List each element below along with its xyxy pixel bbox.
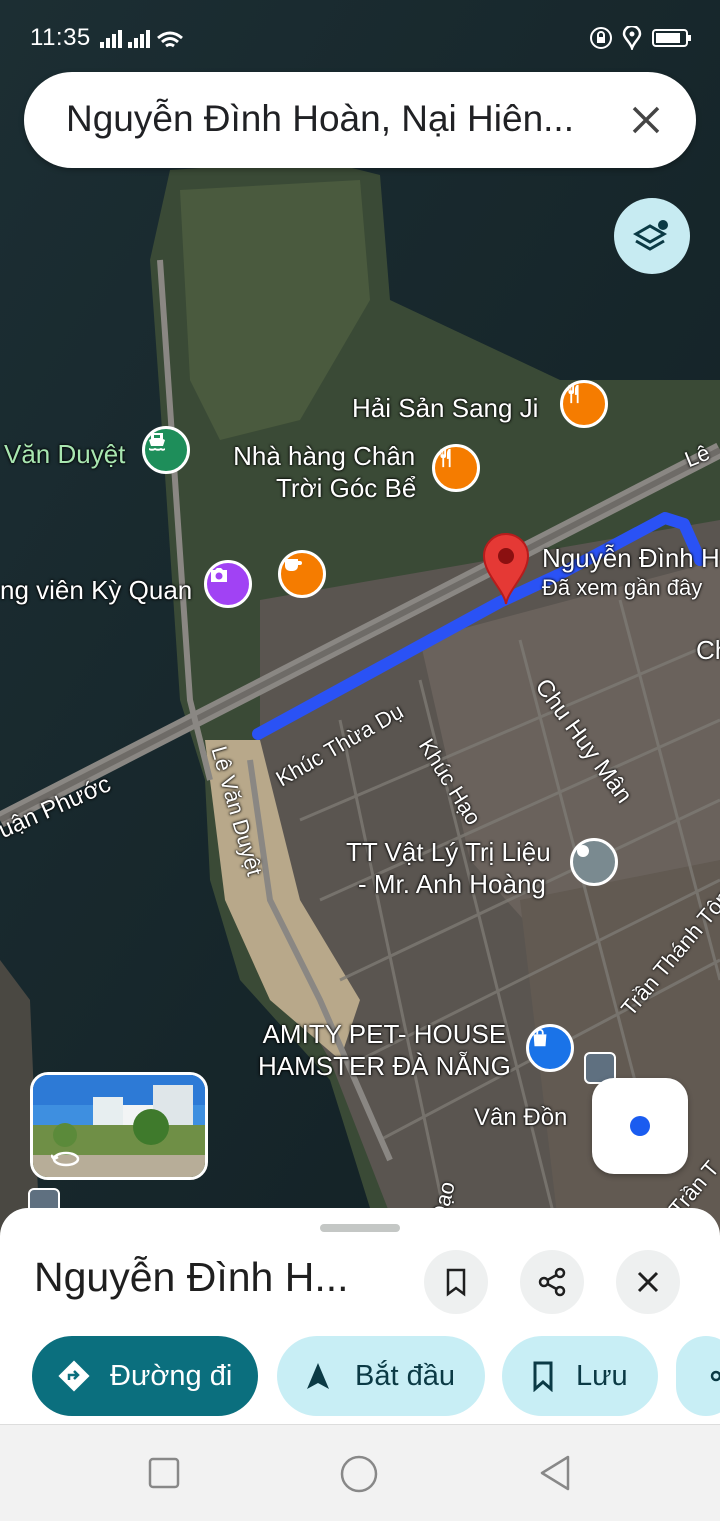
signal-icon: [100, 28, 186, 55]
poi-label[interactable]: ng viên Kỳ Quan: [0, 574, 192, 606]
camera-icon[interactable]: [204, 560, 252, 608]
save-label: Lưu: [576, 1359, 628, 1392]
red-pin-icon[interactable]: [480, 530, 532, 606]
directions-icon: [58, 1360, 90, 1392]
place-icon[interactable]: [570, 838, 618, 886]
location-icon: [622, 26, 642, 50]
lock-icon: [590, 27, 612, 49]
rotate-360-icon: [51, 1151, 80, 1167]
place-bottom-sheet[interactable]: Nguyễn Đình H... Đường đi Bắt đầu Lưu: [0, 1208, 720, 1424]
directions-label: Đường đi: [110, 1359, 233, 1392]
battery-icon: [652, 29, 691, 47]
poi-label-line: - Mr. Anh Hoàng: [358, 869, 546, 899]
poi-label[interactable]: Hải Sản Sang Ji: [352, 392, 538, 424]
street-view-thumbnail[interactable]: [30, 1072, 208, 1180]
restaurant-icon[interactable]: [432, 444, 480, 492]
search-bar[interactable]: Nguyễn Đình Hoàn, Nại Hiên...: [24, 72, 696, 168]
system-nav-bar: [0, 1424, 720, 1521]
ferry-icon[interactable]: [142, 426, 190, 474]
close-sheet-button[interactable]: [616, 1250, 680, 1314]
poi-label-line: Nguyễn Đình H: [542, 543, 720, 573]
directions-button[interactable]: Đường đi: [32, 1336, 258, 1416]
start-label: Bắt đầu: [355, 1359, 455, 1392]
street-label: Vân Đồn: [474, 1104, 568, 1131]
poi-label[interactable]: Ch: [696, 634, 720, 666]
bookmark-icon: [446, 1268, 466, 1297]
close-icon: [637, 1271, 659, 1293]
search-query[interactable]: Nguyễn Đình Hoàn, Nại Hiên...: [66, 98, 606, 140]
bookmark-icon: [533, 1361, 553, 1392]
shopping-bag-icon[interactable]: [526, 1024, 574, 1072]
poi-label-line: AMITY PET- HOUSE: [262, 1019, 507, 1049]
share-chip[interactable]: [676, 1336, 720, 1416]
poi-label-line: Nhà hàng Chân: [233, 441, 416, 471]
poi-label-line: Trời Góc Bể: [276, 473, 417, 503]
poi-label[interactable]: Nhà hàng Chân Trời Góc Bể: [232, 440, 416, 504]
place-title: Nguyễn Đình H...: [34, 1254, 349, 1300]
poi-label-line: Đã xem gần đây: [542, 575, 703, 600]
layers-button[interactable]: [614, 198, 690, 274]
poi-label[interactable]: Văn Duyệt: [4, 438, 125, 470]
save-chip[interactable]: Lưu: [502, 1336, 658, 1416]
home-icon[interactable]: [340, 1455, 378, 1493]
navigation-arrow-icon: [307, 1363, 329, 1389]
poi-label[interactable]: AMITY PET- HOUSE HAMSTER ĐÀ NẴNG: [258, 1018, 511, 1082]
poi-label-line: TT Vật Lý Trị Liệu: [346, 837, 551, 867]
share-icon: [710, 1370, 720, 1382]
share-icon: [538, 1267, 566, 1297]
satellite-map[interactable]: Lê Chu Huy Mân Khúc Thừa Dụ Khúc Hạo Lê …: [0, 0, 720, 1240]
location-dot-icon: [626, 1112, 654, 1140]
poi-label-line: HAMSTER ĐÀ NẴNG: [258, 1051, 511, 1081]
back-icon[interactable]: [538, 1455, 572, 1491]
status-icons: [590, 26, 692, 50]
poi-label[interactable]: Nguyễn Đình H Đã xem gần đây: [542, 542, 720, 602]
share-button[interactable]: [520, 1250, 584, 1314]
save-button[interactable]: [424, 1250, 488, 1314]
my-location-button[interactable]: [592, 1078, 688, 1174]
cafe-icon[interactable]: [278, 550, 326, 598]
recent-apps-icon[interactable]: [148, 1457, 180, 1489]
status-time: 11:35: [30, 24, 91, 51]
status-bar: 11:35: [0, 0, 720, 72]
drag-handle[interactable]: [320, 1224, 400, 1232]
restaurant-icon[interactable]: [560, 380, 608, 428]
start-button[interactable]: Bắt đầu: [277, 1336, 485, 1416]
poi-label[interactable]: TT Vật Lý Trị Liệu - Mr. Anh Hoàng: [346, 836, 551, 900]
layers-icon: [632, 220, 668, 251]
close-icon[interactable]: [624, 98, 668, 142]
